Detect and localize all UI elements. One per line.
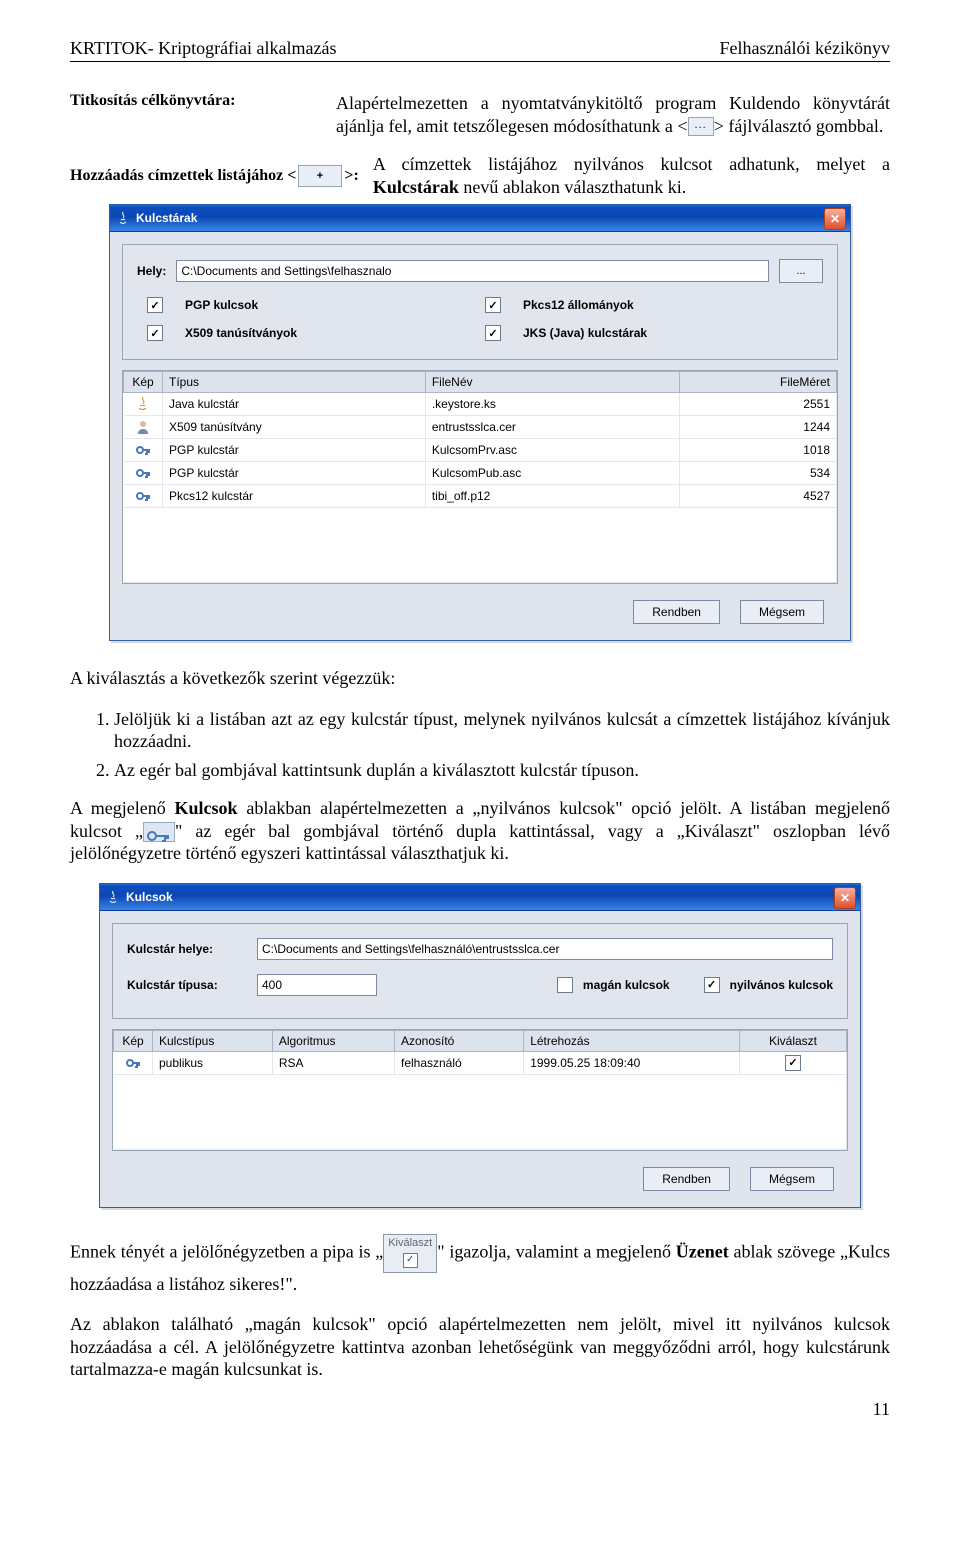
list-item: Jelöljük ki a listában azt az egy kulcst…: [114, 708, 890, 753]
kulcstarak-dialog: Kulcstárak ✕ Hely: C:\Documents and Sett…: [109, 204, 851, 641]
chk-x509-label: X509 tanúsítványok: [185, 326, 485, 340]
chk-pkcs12[interactable]: [485, 297, 501, 313]
chk-jks[interactable]: [485, 325, 501, 341]
col-kivalaszt[interactable]: Kiválaszt: [740, 1030, 847, 1051]
java-icon: [135, 396, 151, 412]
java-icon: [106, 890, 120, 904]
dialog-titlebar: Kulcstárak ✕: [110, 205, 850, 232]
col-filenev[interactable]: FileNév: [425, 372, 679, 393]
kulcsok-dialog: Kulcsok ✕ Kulcstár helye: C:\Documents a…: [99, 883, 861, 1208]
page-header: KRTITOK- Kriptográfiai alkalmazás Felhas…: [70, 38, 890, 62]
def-term-hozzaadas: Hozzáadás címzettek listájához < + >:: [70, 153, 373, 198]
megsem-button[interactable]: Mégsem: [740, 600, 824, 624]
para-kivalasztas: A kiválasztás a következők szerint végez…: [70, 667, 890, 690]
close-icon[interactable]: ✕: [834, 887, 856, 909]
col-kep[interactable]: Kép: [124, 372, 163, 393]
chk-pkcs12-label: Pkcs12 állományok: [523, 298, 823, 312]
table-row[interactable]: PGP kulcstár KulcsomPub.asc 534: [124, 462, 837, 485]
kulcstar-helye-input[interactable]: C:\Documents and Settings\felhasználó\en…: [257, 938, 833, 960]
selection-steps: Jelöljük ki a listában azt az egy kulcst…: [114, 708, 890, 782]
chk-pgp-label: PGP kulcsok: [185, 298, 485, 312]
java-icon: [116, 211, 130, 225]
chk-x509[interactable]: [147, 325, 163, 341]
key-icon: [135, 465, 151, 481]
para-pipa: Ennek tényét a jelölőnégyzetben a pipa i…: [70, 1234, 890, 1295]
chk-nyilvanos[interactable]: [704, 977, 720, 993]
def-term-celkonyvtar: Titkosítás célkönyvtára:: [70, 92, 336, 137]
megsem-button[interactable]: Mégsem: [750, 1167, 834, 1191]
key-icon: [125, 1055, 141, 1071]
plus-icon: +: [298, 165, 342, 187]
col-algoritmus[interactable]: Algoritmus: [272, 1030, 394, 1051]
key-icon: [135, 442, 151, 458]
browse-icon: ...: [688, 117, 714, 136]
col-filemeret[interactable]: FileMéret: [680, 372, 837, 393]
definition-celkonyvtar: Titkosítás célkönyvtára: Alapértelmezett…: [70, 92, 890, 137]
chk-magan[interactable]: [557, 977, 573, 993]
col-tipus[interactable]: Típus: [163, 372, 426, 393]
chk-magan-label: magán kulcsok: [583, 978, 670, 992]
close-icon[interactable]: ✕: [824, 208, 846, 230]
rendben-button[interactable]: Rendben: [633, 600, 720, 624]
col-azonosito[interactable]: Azonosító: [394, 1030, 523, 1051]
table-row[interactable]: PGP kulcstár KulcsomPrv.asc 1018: [124, 439, 837, 462]
dialog-title: Kulcsok: [126, 890, 173, 904]
key-icon: [135, 488, 151, 504]
browse-button[interactable]: ...: [779, 259, 823, 283]
header-right: Felhasználói kézikönyv: [720, 38, 890, 59]
user-icon: [135, 419, 151, 435]
chk-jks-label: JKS (Java) kulcstárak: [523, 326, 823, 340]
list-item: Az egér bal gombjával kattintsunk duplán…: [114, 759, 890, 782]
chk-nyilvanos-label: nyilvános kulcsok: [730, 978, 833, 992]
kulcstar-table: Kép Típus FileNév FileMéret Java kulcstá…: [123, 371, 837, 583]
page-number: 11: [70, 1399, 890, 1420]
kivalaszt-inline-icon: Kiválaszt: [383, 1234, 437, 1273]
kulcstar-helye-label: Kulcstár helye:: [127, 942, 247, 956]
table-row[interactable]: publikus RSA felhasználó 1999.05.25 18:0…: [114, 1051, 847, 1074]
dialog-title: Kulcstárak: [136, 211, 197, 225]
para-magan: Az ablakon található „magán kulcsok" opc…: [70, 1313, 890, 1381]
col-kulcstipus[interactable]: Kulcstípus: [153, 1030, 273, 1051]
def-body-celkonyvtar: Alapértelmezetten a nyomtatványkitöltő p…: [336, 92, 890, 137]
hely-label: Hely:: [137, 264, 166, 278]
kulcstar-tipusa-input[interactable]: 400: [257, 974, 377, 996]
kulcstar-tipusa-label: Kulcstár típusa:: [127, 978, 247, 992]
chk-pgp[interactable]: [147, 297, 163, 313]
header-left: KRTITOK- Kriptográfiai alkalmazás: [70, 38, 337, 59]
kulcsok-table: Kép Kulcstípus Algoritmus Azonosító Létr…: [113, 1030, 847, 1150]
def-body-hozzaadas: A címzettek listájához nyilvános kulcsot…: [373, 153, 890, 198]
rendben-button[interactable]: Rendben: [643, 1167, 730, 1191]
col-kep[interactable]: Kép: [114, 1030, 153, 1051]
para-kulcsok: A megjelenő Kulcsok ablakban alapértelme…: [70, 797, 890, 865]
hely-input[interactable]: C:\Documents and Settings\felhasznalo: [176, 260, 769, 282]
table-row[interactable]: Java kulcstár .keystore.ks 2551: [124, 393, 837, 416]
dialog-titlebar: Kulcsok ✕: [100, 884, 860, 911]
table-row[interactable]: X509 tanúsítvány entrustsslca.cer 1244: [124, 416, 837, 439]
definition-hozzaadas: Hozzáadás címzettek listájához < + >: A …: [70, 153, 890, 198]
kivalaszt-checkbox[interactable]: [785, 1055, 801, 1071]
table-row[interactable]: Pkcs12 kulcstár tibi_off.p12 4527: [124, 485, 837, 508]
col-letrehozas[interactable]: Létrehozás: [524, 1030, 740, 1051]
key-icon: [143, 822, 175, 842]
